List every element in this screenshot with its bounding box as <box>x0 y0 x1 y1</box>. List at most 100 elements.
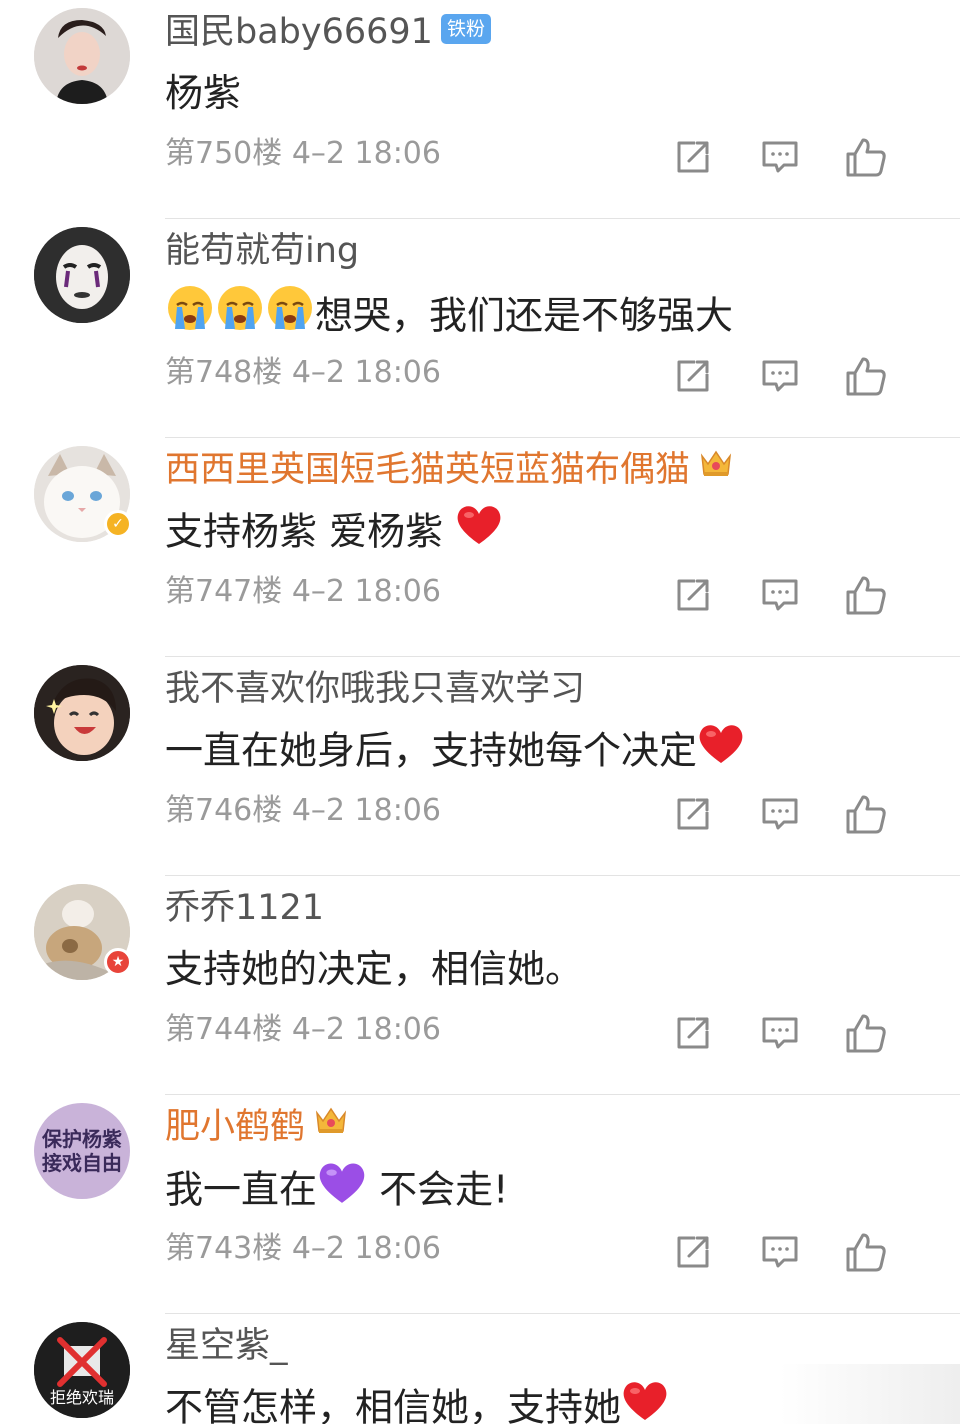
comment-item: 我不喜欢你哦我只喜欢学习 一直在她身后，支持她每个决定 第746楼 4–2 18… <box>0 657 960 876</box>
comment-meta: 第744楼 4–2 18:06 <box>165 1010 441 1050</box>
comment-actions <box>660 1229 960 1275</box>
avatar[interactable]: ✓ <box>34 446 132 542</box>
repost-button[interactable] <box>670 1010 716 1056</box>
red-heart-emoji <box>697 721 745 777</box>
repost-icon <box>677 360 709 392</box>
like-icon <box>846 576 886 615</box>
comment-text: 支持她的决定，相信她。 <box>165 947 584 991</box>
red-heart-emoji <box>621 1378 669 1424</box>
repost-button[interactable] <box>670 572 716 618</box>
comment-actions <box>660 791 960 837</box>
timestamp: 4–2 18:06 <box>291 136 441 171</box>
reply-button[interactable] <box>757 353 803 399</box>
red-heart-emoji <box>455 502 503 558</box>
floor-number: 第746楼 <box>165 793 283 828</box>
comment-feed: 国民baby66691 铁粉 杨紫 第750楼 4–2 18:06 能苟就苟in… <box>0 0 960 1424</box>
username[interactable]: 我不喜欢你哦我只喜欢学习 <box>165 667 585 711</box>
repost-button[interactable] <box>670 134 716 180</box>
avatar[interactable]: ★ <box>34 884 132 980</box>
fan-badge: 铁粉 <box>440 14 491 44</box>
floor-number: 第747楼 <box>165 574 283 609</box>
username[interactable]: 肥小鹤鹤 <box>165 1105 349 1150</box>
crown-icon <box>313 1102 349 1146</box>
like-button[interactable] <box>843 134 889 180</box>
reply-icon <box>762 1236 798 1268</box>
like-button[interactable] <box>843 791 889 837</box>
comment-meta: 第747楼 4–2 18:06 <box>165 572 441 612</box>
avatar[interactable]: 拒绝欢瑞 <box>34 1322 130 1418</box>
comment-item: 能苟就苟ing 想哭，我们还是不够强大 第748楼 4–2 18:06 <box>0 219 960 438</box>
floor-number: 第744楼 <box>165 1012 283 1047</box>
comment-actions <box>660 353 960 399</box>
comment-item: ✓ 西西里英国短毛猫英短蓝猫布偶猫 支持杨紫 爱杨紫 第747楼 4–2 18:… <box>0 438 960 657</box>
avatar[interactable] <box>34 8 130 104</box>
comment-meta: 第746楼 4–2 18:06 <box>165 791 441 831</box>
avatar-text: 拒绝欢瑞 <box>49 1388 114 1407</box>
floor-number: 第748楼 <box>165 355 283 390</box>
repost-button[interactable] <box>670 353 716 399</box>
repost-button[interactable] <box>670 791 716 837</box>
like-button[interactable] <box>843 1010 889 1056</box>
verified-badge: ✓ <box>104 510 132 538</box>
username[interactable]: 国民baby66691 铁粉 <box>165 10 491 54</box>
like-icon <box>846 357 886 396</box>
comment-item: 拒绝欢瑞 星空紫_ 不管怎样，相信她，支持她 <box>0 1314 960 1424</box>
timestamp: 4–2 18:06 <box>291 355 441 390</box>
crying-emoji <box>215 283 265 345</box>
comment-text: 一直在她身后，支持她每个决定 <box>165 725 745 781</box>
repost-button[interactable] <box>670 1229 716 1275</box>
like-icon <box>846 1233 886 1272</box>
comment-meta: 第743楼 4–2 18:06 <box>165 1229 441 1269</box>
username[interactable]: 星空紫_ <box>165 1324 288 1368</box>
comment-item: ★ 乔乔1121 支持她的决定，相信她。 第744楼 4–2 18:06 <box>0 876 960 1095</box>
timestamp: 4–2 18:06 <box>291 793 441 828</box>
repost-icon <box>677 1236 709 1268</box>
comment-meta: 第748楼 4–2 18:06 <box>165 353 441 393</box>
timestamp: 4–2 18:06 <box>291 1012 441 1047</box>
floor-number: 第750楼 <box>165 136 283 171</box>
comment-text: 我一直在 不会走! <box>165 1163 508 1221</box>
reply-button[interactable] <box>757 791 803 837</box>
comment-item: 保护杨紫 接戏自由 肥小鹤鹤 我一直在 不会走! 第743楼 4–2 18:06 <box>0 1095 960 1314</box>
reply-button[interactable] <box>757 1229 803 1275</box>
reply-icon <box>762 798 798 830</box>
avatar[interactable]: 保护杨紫 接戏自由 <box>34 1103 130 1199</box>
reply-button[interactable] <box>757 134 803 180</box>
comment-text: 支持杨紫 爱杨紫 <box>165 506 503 562</box>
star-badge: ★ <box>104 948 132 976</box>
username[interactable]: 能苟就苟ing <box>165 229 359 273</box>
reply-button[interactable] <box>757 572 803 618</box>
like-button[interactable] <box>843 353 889 399</box>
like-button[interactable] <box>843 1229 889 1275</box>
comment-text: 不管怎样，相信她，支持她 <box>165 1382 669 1424</box>
timestamp: 4–2 18:06 <box>291 1231 441 1266</box>
reply-button[interactable] <box>757 1010 803 1056</box>
username[interactable]: 乔乔1121 <box>165 886 324 930</box>
comment-meta: 第750楼 4–2 18:06 <box>165 134 441 174</box>
faded-overlay <box>780 1364 960 1424</box>
repost-icon <box>677 1017 709 1049</box>
comment-item: 国民baby66691 铁粉 杨紫 第750楼 4–2 18:06 <box>0 0 960 219</box>
like-button[interactable] <box>843 572 889 618</box>
crying-emoji <box>165 283 215 345</box>
crying-emoji <box>265 283 315 345</box>
reply-icon <box>762 579 798 611</box>
comment-actions <box>660 134 960 180</box>
comment-text: 想哭，我们还是不够强大 <box>165 286 733 349</box>
like-icon <box>846 795 886 834</box>
like-icon <box>846 138 886 177</box>
purple-heart-emoji <box>317 1159 367 1217</box>
reply-icon <box>762 141 798 173</box>
repost-icon <box>677 798 709 830</box>
timestamp: 4–2 18:06 <box>291 574 441 609</box>
avatar[interactable] <box>34 665 130 761</box>
avatar-text: 保护杨紫 <box>42 1127 122 1151</box>
like-icon <box>846 1014 886 1053</box>
avatar[interactable] <box>34 227 130 323</box>
floor-number: 第743楼 <box>165 1231 283 1266</box>
username[interactable]: 西西里英国短毛猫英短蓝猫布偶猫 <box>165 448 734 493</box>
repost-icon <box>677 579 709 611</box>
comment-text: 杨紫 <box>165 71 242 115</box>
crown-icon <box>698 445 734 489</box>
comment-actions <box>660 1010 960 1056</box>
